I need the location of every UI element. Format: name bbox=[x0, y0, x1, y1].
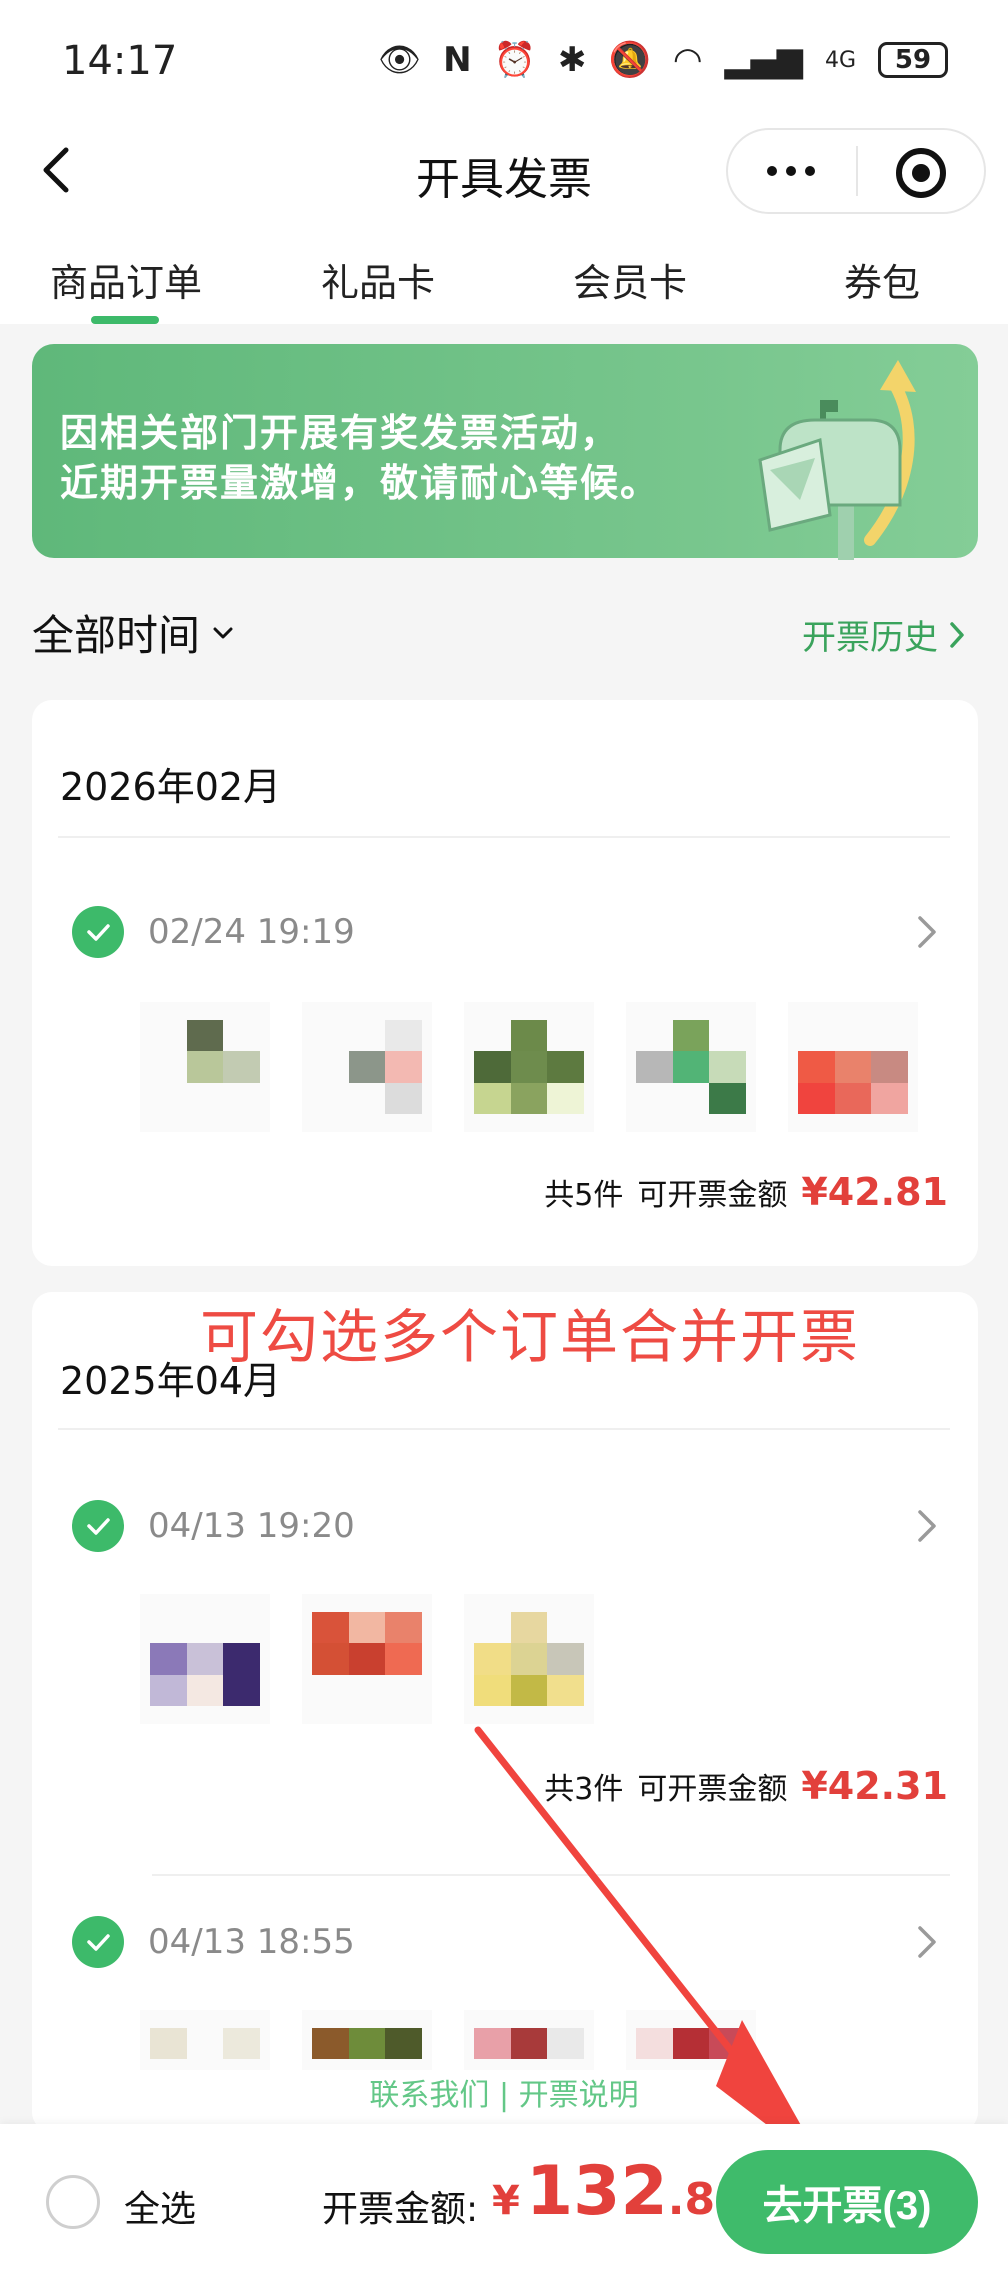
check-icon bbox=[87, 924, 110, 941]
signal-icon: ▂▄▆ bbox=[724, 40, 803, 80]
order-summary: 共3件 可开票金额 ¥42.31 bbox=[544, 1764, 948, 1808]
product-image bbox=[626, 2010, 756, 2070]
alarm-icon: ⏰ bbox=[493, 40, 536, 80]
product-image bbox=[464, 1594, 594, 1724]
mute-icon: 🔕 bbox=[608, 40, 651, 80]
product-image bbox=[302, 2010, 432, 2070]
tab-gift-card[interactable]: 礼品卡 bbox=[278, 252, 478, 307]
invoiceable-label: 可开票金额 bbox=[637, 1772, 788, 1807]
history-link-label: 开票历史 bbox=[802, 618, 938, 658]
time-filter-label: 全部时间 bbox=[32, 611, 201, 660]
target-icon[interactable] bbox=[896, 148, 946, 198]
product-image bbox=[140, 1002, 270, 1132]
chevron-down-icon bbox=[213, 627, 233, 638]
banner-line-2: 近期开票量激增，敬请耐心等候。 bbox=[60, 461, 661, 505]
order-checkbox[interactable] bbox=[72, 906, 124, 958]
check-icon bbox=[87, 1518, 110, 1535]
eye-icon: 👁 bbox=[378, 40, 422, 80]
product-image bbox=[464, 2010, 594, 2070]
banner-text: 因相关部门开展有奖发票活动， 近期开票量激增，敬请耐心等候。 bbox=[60, 408, 660, 508]
invoiceable-amount: ¥42.31 bbox=[801, 1764, 948, 1808]
status-time: 14:17 bbox=[62, 38, 178, 84]
product-image bbox=[302, 1002, 432, 1132]
divider bbox=[58, 1428, 950, 1430]
battery-icon: 59 bbox=[878, 42, 948, 78]
capsule-divider bbox=[856, 146, 858, 196]
order-checkbox[interactable] bbox=[72, 1500, 124, 1552]
invoiceable-label: 可开票金额 bbox=[637, 1178, 788, 1213]
divider bbox=[152, 1874, 950, 1876]
check-icon bbox=[87, 1934, 110, 1951]
banner-line-1: 因相关部门开展有奖发票活动， bbox=[60, 411, 621, 455]
chevron-right-icon bbox=[950, 621, 964, 648]
chevron-right-icon[interactable] bbox=[914, 912, 940, 952]
order-datetime: 04/13 18:55 bbox=[148, 1922, 355, 1962]
product-image bbox=[140, 2010, 270, 2070]
tab-goods-orders[interactable]: 商品订单 bbox=[26, 252, 226, 307]
month-heading: 2026年02月 bbox=[60, 765, 282, 809]
total-label: 开票金额: bbox=[322, 2189, 479, 2230]
tab-member-card[interactable]: 会员卡 bbox=[530, 252, 730, 307]
total-amount: ¥ 132 .83 bbox=[492, 2152, 746, 2231]
more-icon[interactable] bbox=[756, 150, 826, 192]
order-summary: 共5件 可开票金额 ¥42.81 bbox=[544, 1170, 948, 1214]
product-thumbnails[interactable] bbox=[140, 1002, 918, 1132]
select-all-label[interactable]: 全选 bbox=[124, 2180, 196, 2232]
issue-invoice-button[interactable]: 去开票(3) bbox=[716, 2150, 978, 2254]
annotation-text: 可勾选多个订单合并开票 bbox=[200, 1303, 861, 1371]
chevron-right-icon[interactable] bbox=[914, 1922, 940, 1962]
invoiceable-amount: ¥42.81 bbox=[801, 1170, 948, 1214]
item-count: 共3件 bbox=[544, 1772, 624, 1807]
order-datetime: 02/24 19:19 bbox=[148, 912, 355, 952]
product-image bbox=[302, 1594, 432, 1724]
product-image bbox=[626, 1002, 756, 1132]
order-datetime: 04/13 19:20 bbox=[148, 1506, 355, 1546]
bluetooth-icon: ✱ bbox=[557, 40, 587, 80]
select-all-radio[interactable] bbox=[46, 2175, 100, 2229]
currency-symbol: ¥ bbox=[492, 2178, 520, 2224]
total-integer: 132 bbox=[525, 2152, 668, 2231]
divider bbox=[58, 836, 950, 838]
network-label: 4G bbox=[824, 47, 856, 73]
chevron-right-icon[interactable] bbox=[914, 1506, 940, 1546]
time-filter[interactable]: 全部时间 bbox=[32, 602, 234, 663]
status-icons: 👁 N ⏰ ✱ 🔕 ◠ ▂▄▆ 4G 59 bbox=[378, 40, 948, 80]
order-checkbox[interactable] bbox=[72, 1916, 124, 1968]
product-image bbox=[140, 1594, 270, 1724]
item-count: 共5件 bbox=[544, 1178, 624, 1213]
contact-link[interactable]: 联系我们 | 开票说明 bbox=[0, 2070, 1008, 2114]
product-image bbox=[464, 1002, 594, 1132]
product-thumbnails[interactable] bbox=[140, 2010, 756, 2070]
product-thumbnails[interactable] bbox=[140, 1594, 594, 1724]
invoice-history-link[interactable]: 开票历史 bbox=[802, 610, 966, 659]
product-image bbox=[788, 1002, 918, 1132]
tab-active-indicator bbox=[91, 316, 159, 324]
nfc-icon: N bbox=[443, 40, 472, 80]
wifi-icon: ◠ bbox=[672, 40, 703, 80]
tab-coupon-wallet[interactable]: 券包 bbox=[782, 252, 982, 307]
mailbox-icon bbox=[758, 360, 916, 560]
